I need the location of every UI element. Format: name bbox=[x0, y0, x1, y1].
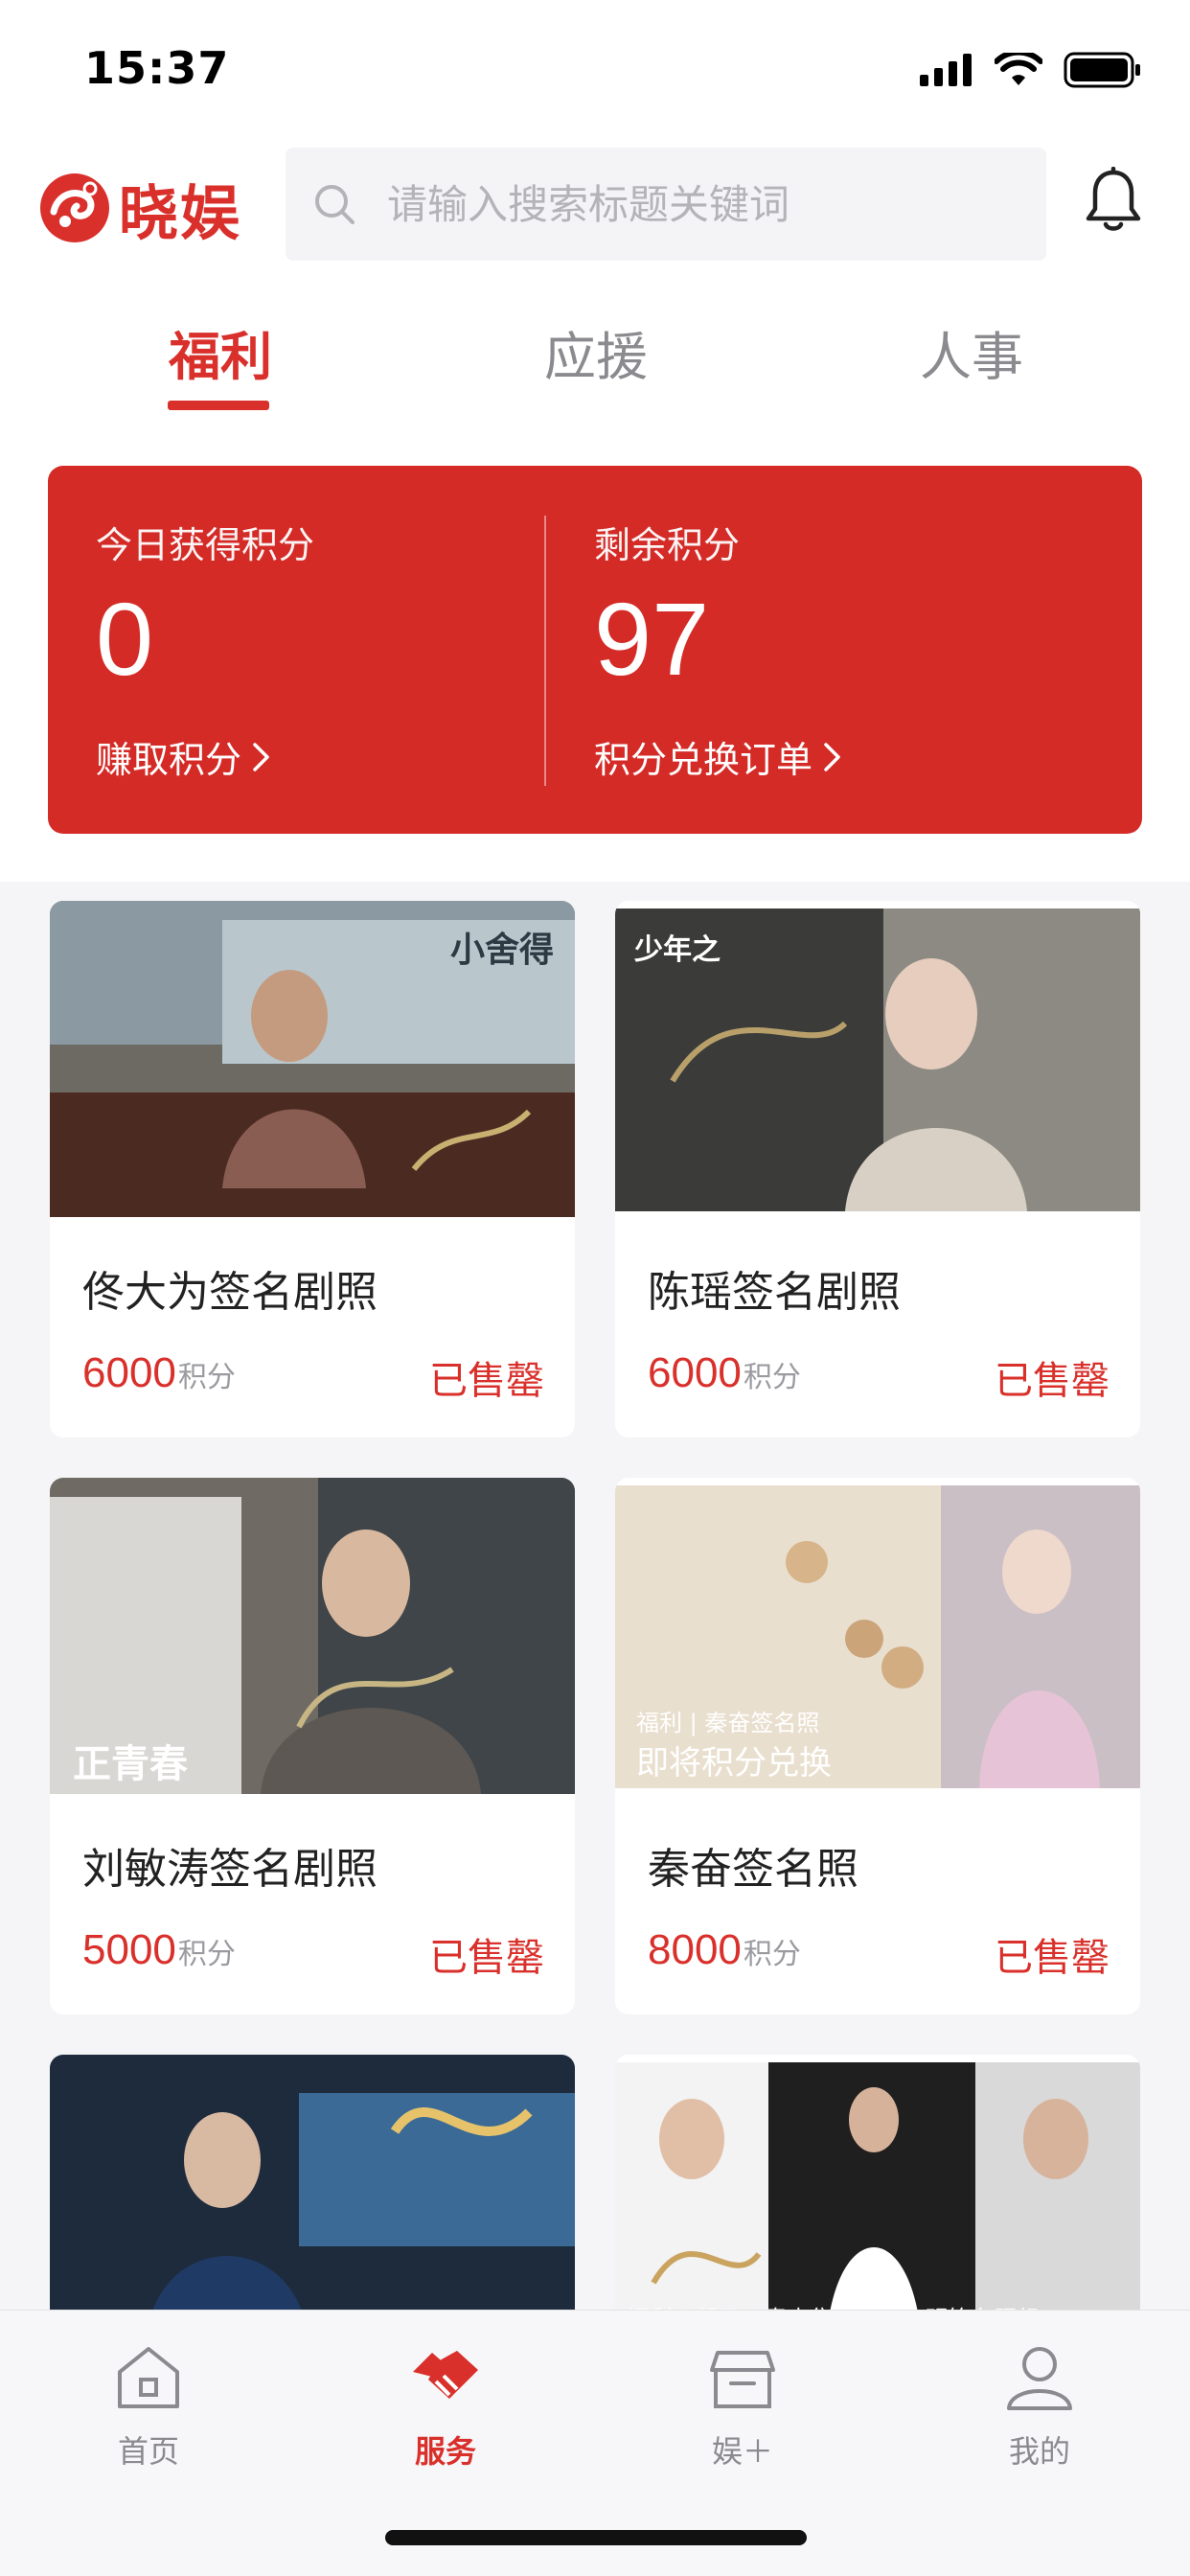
product-points: 6000 积分 bbox=[82, 1349, 236, 1397]
product-image-caption: 小舍得 bbox=[449, 931, 554, 970]
tabbar-item-entertainment-plus[interactable]: 娱＋ bbox=[647, 2339, 838, 2472]
points-number: 6000 bbox=[648, 1349, 742, 1396]
wifi-icon bbox=[995, 53, 1042, 85]
today-points-value: 0 bbox=[96, 581, 154, 697]
tab-support[interactable]: 应援 bbox=[544, 314, 648, 390]
product-points: 5000 积分 bbox=[82, 1926, 236, 1974]
remaining-points-section: 剩余积分 97 积分兑换订单 bbox=[594, 466, 1111, 834]
product-grid: 小舍得 佟大为签名剧照 6000 积分 已售罄 少年之 陈瑶签名剧照 6000 … bbox=[0, 882, 1190, 2342]
product-card[interactable]: 福利 | 郝云、青克隽逸、郭京明签名照组 bbox=[615, 2055, 1140, 2342]
tabbar-item-service[interactable]: 服务 bbox=[350, 2339, 541, 2472]
points-number: 8000 bbox=[648, 1926, 742, 1973]
product-image bbox=[50, 2055, 575, 2342]
points-unit: 积分 bbox=[177, 1361, 236, 1394]
points-unit: 积分 bbox=[743, 1361, 801, 1394]
app-logo[interactable]: 晓娱 bbox=[36, 165, 241, 251]
home-icon bbox=[118, 2347, 179, 2408]
tabbar-label: 娱＋ bbox=[711, 2433, 773, 2470]
chevron-right-icon bbox=[253, 742, 269, 771]
tabbar-label: 首页 bbox=[117, 2433, 179, 2470]
tab-welfare[interactable]: 福利 bbox=[169, 314, 272, 390]
product-title: 刘敏涛签名剧照 bbox=[82, 1845, 378, 1894]
logo-text: 晓娱 bbox=[119, 178, 242, 248]
exchange-orders-label: 积分兑换订单 bbox=[594, 739, 813, 781]
today-points-label: 今日获得积分 bbox=[96, 524, 315, 566]
home-indicator bbox=[385, 2530, 807, 2545]
product-points: 8000 积分 bbox=[648, 1926, 801, 1974]
sold-out-label: 已售罄 bbox=[429, 1936, 544, 1980]
status-icons bbox=[920, 52, 1142, 88]
product-image: 小舍得 bbox=[50, 901, 575, 1217]
search-input[interactable] bbox=[387, 180, 1039, 228]
product-image-subcaption: 即将积分兑换 bbox=[636, 1744, 832, 1782]
points-number: 6000 bbox=[82, 1349, 176, 1396]
tab-personnel[interactable]: 人事 bbox=[920, 314, 1023, 390]
category-tabs: 福利 应援 人事 bbox=[0, 297, 1190, 422]
tabbar-item-mine[interactable]: 我的 bbox=[944, 2339, 1135, 2472]
product-image-caption: 正青春 bbox=[73, 1742, 188, 1786]
page: 15:37 晓娱 请输入搜索标题关键词 福利 应援 人事 今日获得积分 0 赚取… bbox=[0, 0, 1190, 2576]
user-icon bbox=[1007, 2347, 1072, 2410]
product-points: 6000 积分 bbox=[648, 1349, 801, 1397]
points-divider bbox=[544, 516, 546, 786]
status-bar: 15:37 bbox=[0, 0, 1190, 134]
tabbar-label: 我的 bbox=[1008, 2433, 1070, 2470]
product-image-caption: 福利 | 秦奋签名照 bbox=[636, 1710, 820, 1736]
points-number: 5000 bbox=[82, 1926, 176, 1973]
exchange-orders-link[interactable]: 积分兑换订单 bbox=[594, 730, 843, 783]
product-card[interactable]: 少年之 陈瑶签名剧照 6000 积分 已售罄 bbox=[615, 901, 1140, 1438]
tabbar-label: 服务 bbox=[414, 2433, 476, 2470]
logo-emblem-icon bbox=[40, 173, 109, 242]
search-bar[interactable] bbox=[286, 148, 1046, 261]
product-image: 正青春 bbox=[50, 1478, 575, 1794]
product-card[interactable]: 福利 | 秦奋签名照 即将积分兑换 秦奋签名照 8000 积分 已售罄 bbox=[615, 1478, 1140, 2014]
header: 晓娱 bbox=[0, 144, 1190, 264]
product-image: 福利 | 秦奋签名照 即将积分兑换 bbox=[615, 1485, 1140, 1788]
product-title: 陈瑶签名剧照 bbox=[648, 1268, 901, 1317]
status-time: 15:37 bbox=[84, 42, 230, 94]
remaining-points-value: 97 bbox=[594, 581, 710, 697]
remaining-points-label: 剩余积分 bbox=[594, 524, 741, 566]
sold-out-label: 已售罄 bbox=[995, 1936, 1110, 1980]
sold-out-label: 已售罄 bbox=[995, 1359, 1110, 1403]
cellular-signal-icon bbox=[920, 54, 972, 86]
store-icon bbox=[710, 2351, 775, 2408]
handshake-icon bbox=[413, 2351, 478, 2399]
product-photo-placeholder bbox=[50, 2055, 575, 2342]
product-card[interactable] bbox=[50, 2055, 575, 2342]
sold-out-label: 已售罄 bbox=[429, 1359, 544, 1403]
earn-points-link[interactable]: 赚取积分 bbox=[96, 730, 272, 783]
points-unit: 积分 bbox=[177, 1938, 236, 1971]
product-title: 佟大为签名剧照 bbox=[82, 1268, 378, 1317]
battery-icon bbox=[1064, 52, 1140, 88]
chevron-right-icon bbox=[824, 742, 840, 771]
today-points-section: 今日获得积分 0 赚取积分 bbox=[96, 466, 517, 834]
search-icon bbox=[315, 185, 355, 224]
points-unit: 积分 bbox=[743, 1938, 801, 1971]
tabbar-item-home[interactable]: 首页 bbox=[53, 2339, 244, 2472]
product-card[interactable]: 正青春 刘敏涛签名剧照 5000 积分 已售罄 bbox=[50, 1478, 575, 2014]
product-card[interactable]: 小舍得 佟大为签名剧照 6000 积分 已售罄 bbox=[50, 901, 575, 1438]
bell-icon[interactable] bbox=[1083, 167, 1144, 234]
product-image: 福利 | 郝云、青克隽逸、郭京明签名照组 bbox=[615, 2062, 1140, 2342]
earn-points-label: 赚取积分 bbox=[96, 739, 242, 781]
product-image: 少年之 bbox=[615, 908, 1140, 1211]
product-title: 秦奋签名照 bbox=[648, 1845, 858, 1894]
points-card: 今日获得积分 0 赚取积分 剩余积分 97 积分兑换订单 bbox=[48, 466, 1142, 834]
product-image-caption: 少年之 bbox=[634, 933, 721, 967]
active-tab-indicator bbox=[168, 401, 269, 410]
